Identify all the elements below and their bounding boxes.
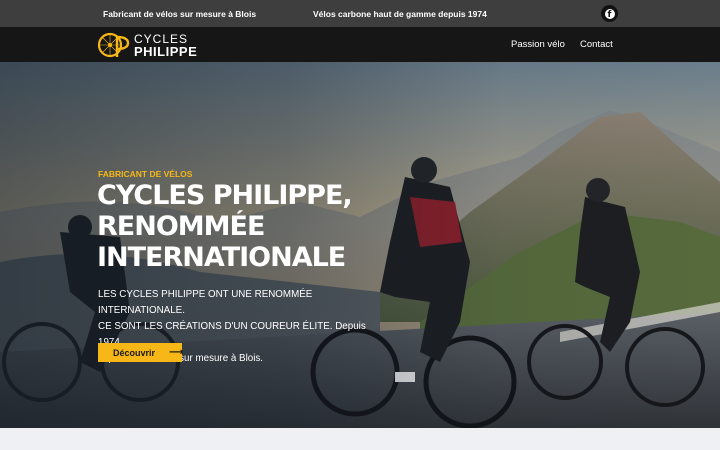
nav-link-contact[interactable]: Contact <box>580 39 613 50</box>
nav-link-passion-velo[interactable]: Passion vélo <box>511 39 565 50</box>
facebook-icon[interactable]: f <box>601 5 618 22</box>
hero-kicker: FABRICANT DE VÉLOS <box>98 169 193 179</box>
hero-description-line: LES CYCLES PHILIPPE ONT UNE RENOMMÉE INT… <box>98 289 313 316</box>
hero-title: CYCLES PHILIPPE, RENOMMÉE INTERNATIONALE <box>97 180 377 273</box>
next-section-edge <box>0 428 720 450</box>
logo[interactable]: CYCLES PHILIPPE <box>97 30 217 60</box>
discover-button-label: Découvrir <box>113 347 156 358</box>
wheel-logo-icon <box>97 32 130 58</box>
hero-section: FABRICANT DE VÉLOS CYCLES PHILIPPE, RENO… <box>0 62 720 428</box>
hero-title-line: INTERNATIONALE <box>97 242 346 273</box>
top-bar: Fabricant de vélos sur mesure à Blois Vé… <box>0 0 720 27</box>
hero-title-line: CYCLES PHILIPPE, <box>97 180 353 211</box>
discover-button[interactable]: Découvrir ⟶ <box>98 343 184 362</box>
hero-title-line: RENOMMÉE <box>97 211 265 242</box>
main-nav: CYCLES PHILIPPE Passion vélo Contact <box>0 27 720 62</box>
topbar-heritage: Vélos carbone haut de gamme depuis 1974 <box>313 9 487 19</box>
arrow-right-icon: ⟶ <box>169 347 184 358</box>
topbar-tagline: Fabricant de vélos sur mesure à Blois <box>103 9 257 19</box>
logo-text-philippe: PHILIPPE <box>134 44 198 59</box>
